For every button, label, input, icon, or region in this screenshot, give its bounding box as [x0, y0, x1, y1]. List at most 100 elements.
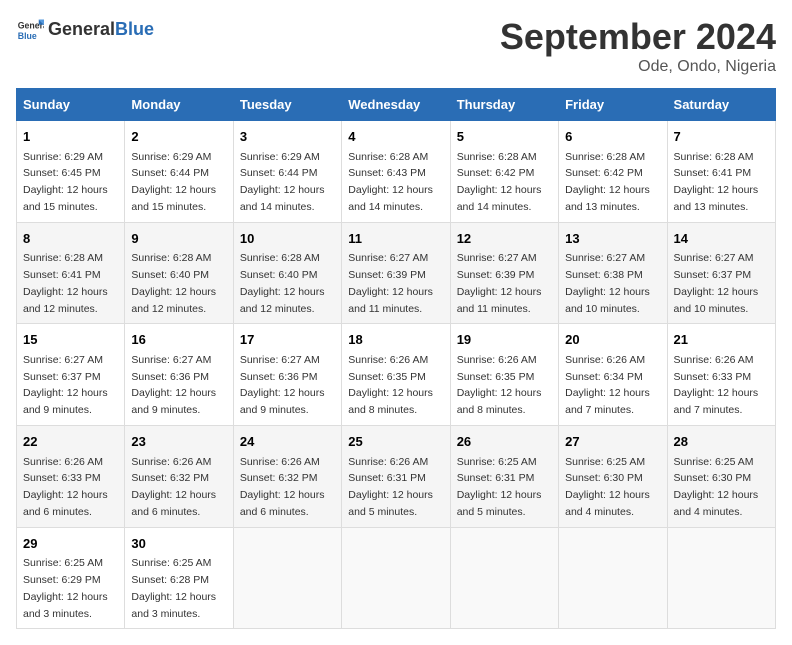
day-info: Sunrise: 6:26 AMSunset: 6:32 PMDaylight:… — [131, 456, 216, 518]
calendar-cell: 8 Sunrise: 6:28 AMSunset: 6:41 PMDaylight… — [17, 222, 125, 324]
day-number: 15 — [23, 330, 118, 350]
calendar-week-row: 1 Sunrise: 6:29 AMSunset: 6:45 PMDaylight… — [17, 121, 776, 223]
calendar-cell: 12 Sunrise: 6:27 AMSunset: 6:39 PMDayligh… — [450, 222, 558, 324]
header-thursday: Thursday — [450, 89, 558, 121]
logo-general-text: General — [48, 20, 115, 40]
day-number: 16 — [131, 330, 226, 350]
calendar-cell: 13 Sunrise: 6:27 AMSunset: 6:38 PMDayligh… — [559, 222, 667, 324]
day-info: Sunrise: 6:29 AMSunset: 6:44 PMDaylight:… — [131, 151, 216, 213]
day-info: Sunrise: 6:28 AMSunset: 6:42 PMDaylight:… — [457, 151, 542, 213]
calendar-cell: 5 Sunrise: 6:28 AMSunset: 6:42 PMDaylight… — [450, 121, 558, 223]
day-info: Sunrise: 6:26 AMSunset: 6:31 PMDaylight:… — [348, 456, 433, 518]
month-title: September 2024 — [500, 16, 776, 58]
logo-blue-text: Blue — [115, 20, 154, 40]
day-number: 20 — [565, 330, 660, 350]
header-tuesday: Tuesday — [233, 89, 341, 121]
day-number: 11 — [348, 229, 443, 249]
header-friday: Friday — [559, 89, 667, 121]
calendar-week-row: 29 Sunrise: 6:25 AMSunset: 6:29 PMDayligh… — [17, 527, 776, 629]
day-info: Sunrise: 6:27 AMSunset: 6:37 PMDaylight:… — [23, 354, 108, 416]
logo-icon: General Blue — [16, 16, 44, 44]
header-sunday: Sunday — [17, 89, 125, 121]
day-info: Sunrise: 6:27 AMSunset: 6:39 PMDaylight:… — [348, 252, 433, 314]
day-info: Sunrise: 6:27 AMSunset: 6:38 PMDaylight:… — [565, 252, 650, 314]
day-info: Sunrise: 6:28 AMSunset: 6:41 PMDaylight:… — [23, 252, 108, 314]
day-info: Sunrise: 6:28 AMSunset: 6:40 PMDaylight:… — [240, 252, 325, 314]
calendar-cell: 7Sunrise: 6:28 AMSunset: 6:41 PMDaylight… — [667, 121, 775, 223]
svg-text:Blue: Blue — [18, 31, 37, 41]
day-number: 29 — [23, 534, 118, 554]
day-info: Sunrise: 6:26 AMSunset: 6:34 PMDaylight:… — [565, 354, 650, 416]
calendar-cell: 4 Sunrise: 6:28 AMSunset: 6:43 PMDaylight… — [342, 121, 450, 223]
calendar-cell: 19 Sunrise: 6:26 AMSunset: 6:35 PMDayligh… — [450, 324, 558, 426]
calendar-cell — [559, 527, 667, 629]
calendar-cell: 16 Sunrise: 6:27 AMSunset: 6:36 PMDayligh… — [125, 324, 233, 426]
calendar-week-row: 8 Sunrise: 6:28 AMSunset: 6:41 PMDaylight… — [17, 222, 776, 324]
calendar-cell: 21 Sunrise: 6:26 AMSunset: 6:33 PMDayligh… — [667, 324, 775, 426]
day-number: 2 — [131, 127, 226, 147]
title-area: September 2024 Ode, Ondo, Nigeria — [500, 16, 776, 76]
day-info: Sunrise: 6:28 AMSunset: 6:43 PMDaylight:… — [348, 151, 433, 213]
header-wednesday: Wednesday — [342, 89, 450, 121]
day-number: 21 — [674, 330, 769, 350]
day-number: 4 — [348, 127, 443, 147]
day-info: Sunrise: 6:26 AMSunset: 6:33 PMDaylight:… — [674, 354, 759, 416]
calendar-cell — [450, 527, 558, 629]
day-number: 12 — [457, 229, 552, 249]
calendar-cell: 17 Sunrise: 6:27 AMSunset: 6:36 PMDayligh… — [233, 324, 341, 426]
day-number: 19 — [457, 330, 552, 350]
day-number: 10 — [240, 229, 335, 249]
calendar-cell: 27 Sunrise: 6:25 AMSunset: 6:30 PMDayligh… — [559, 426, 667, 528]
day-info: Sunrise: 6:26 AMSunset: 6:35 PMDaylight:… — [457, 354, 542, 416]
calendar-cell: 3Sunrise: 6:29 AMSunset: 6:44 PMDaylight… — [233, 121, 341, 223]
calendar-cell: 22 Sunrise: 6:26 AMSunset: 6:33 PMDayligh… — [17, 426, 125, 528]
day-number: 28 — [674, 432, 769, 452]
day-info: Sunrise: 6:25 AMSunset: 6:30 PMDaylight:… — [674, 456, 759, 518]
calendar-table: SundayMondayTuesdayWednesdayThursdayFrid… — [16, 88, 776, 629]
calendar-cell: 20 Sunrise: 6:26 AMSunset: 6:34 PMDayligh… — [559, 324, 667, 426]
day-number: 3 — [240, 127, 335, 147]
day-info: Sunrise: 6:28 AMSunset: 6:42 PMDaylight:… — [565, 151, 650, 213]
day-number: 13 — [565, 229, 660, 249]
day-number: 1 — [23, 127, 118, 147]
calendar-cell: 30 Sunrise: 6:25 AMSunset: 6:28 PMDayligh… — [125, 527, 233, 629]
day-number: 27 — [565, 432, 660, 452]
calendar-week-row: 15 Sunrise: 6:27 AMSunset: 6:37 PMDayligh… — [17, 324, 776, 426]
calendar-cell — [667, 527, 775, 629]
calendar-cell: 23 Sunrise: 6:26 AMSunset: 6:32 PMDayligh… — [125, 426, 233, 528]
day-info: Sunrise: 6:25 AMSunset: 6:30 PMDaylight:… — [565, 456, 650, 518]
calendar-cell: 25Sunrise: 6:26 AMSunset: 6:31 PMDayligh… — [342, 426, 450, 528]
calendar-header-row: SundayMondayTuesdayWednesdayThursdayFrid… — [17, 89, 776, 121]
day-info: Sunrise: 6:28 AMSunset: 6:41 PMDaylight:… — [674, 151, 759, 213]
day-info: Sunrise: 6:25 AMSunset: 6:28 PMDaylight:… — [131, 557, 216, 619]
day-info: Sunrise: 6:29 AMSunset: 6:45 PMDaylight:… — [23, 151, 108, 213]
day-number: 22 — [23, 432, 118, 452]
day-info: Sunrise: 6:26 AMSunset: 6:35 PMDaylight:… — [348, 354, 433, 416]
calendar-cell: 11 Sunrise: 6:27 AMSunset: 6:39 PMDayligh… — [342, 222, 450, 324]
calendar-cell: 2 Sunrise: 6:29 AMSunset: 6:44 PMDaylight… — [125, 121, 233, 223]
day-number: 17 — [240, 330, 335, 350]
day-info: Sunrise: 6:26 AMSunset: 6:33 PMDaylight:… — [23, 456, 108, 518]
day-number: 18 — [348, 330, 443, 350]
day-number: 30 — [131, 534, 226, 554]
day-number: 26 — [457, 432, 552, 452]
header-saturday: Saturday — [667, 89, 775, 121]
day-info: Sunrise: 6:27 AMSunset: 6:39 PMDaylight:… — [457, 252, 542, 314]
calendar-cell: 1 Sunrise: 6:29 AMSunset: 6:45 PMDaylight… — [17, 121, 125, 223]
day-info: Sunrise: 6:27 AMSunset: 6:36 PMDaylight:… — [131, 354, 216, 416]
calendar-cell: 28 Sunrise: 6:25 AMSunset: 6:30 PMDayligh… — [667, 426, 775, 528]
day-info: Sunrise: 6:25 AMSunset: 6:29 PMDaylight:… — [23, 557, 108, 619]
calendar-cell: 10 Sunrise: 6:28 AMSunset: 6:40 PMDayligh… — [233, 222, 341, 324]
day-number: 5 — [457, 127, 552, 147]
calendar-cell: 9Sunrise: 6:28 AMSunset: 6:40 PMDaylight… — [125, 222, 233, 324]
day-number: 8 — [23, 229, 118, 249]
day-info: Sunrise: 6:27 AMSunset: 6:36 PMDaylight:… — [240, 354, 325, 416]
day-info: Sunrise: 6:26 AMSunset: 6:32 PMDaylight:… — [240, 456, 325, 518]
page-header: General Blue General Blue September 2024… — [16, 16, 776, 76]
day-number: 23 — [131, 432, 226, 452]
calendar-cell: 6Sunrise: 6:28 AMSunset: 6:42 PMDaylight… — [559, 121, 667, 223]
calendar-cell: 18 Sunrise: 6:26 AMSunset: 6:35 PMDayligh… — [342, 324, 450, 426]
day-info: Sunrise: 6:28 AMSunset: 6:40 PMDaylight:… — [131, 252, 216, 314]
day-number: 24 — [240, 432, 335, 452]
day-info: Sunrise: 6:27 AMSunset: 6:37 PMDaylight:… — [674, 252, 759, 314]
